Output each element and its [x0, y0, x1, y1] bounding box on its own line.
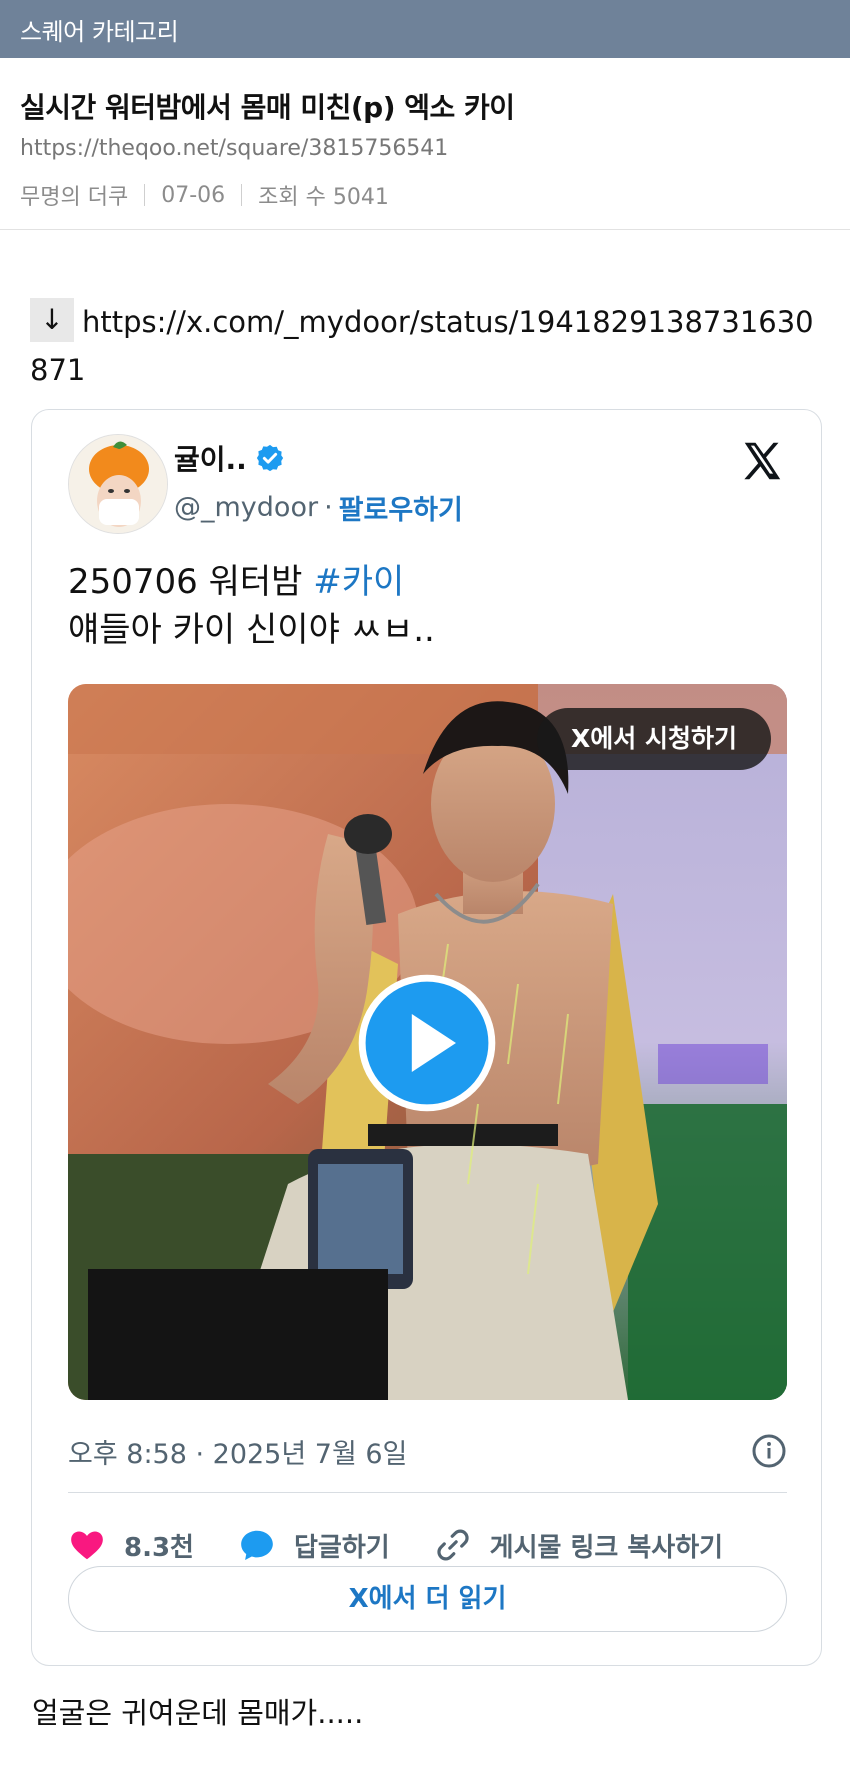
like-button[interactable]: 8.3천	[68, 1526, 194, 1564]
info-icon[interactable]	[751, 1433, 787, 1469]
post-header: 실시간 워터밤에서 몸매 미친(p) 엑소 카이 https://theqoo.…	[0, 58, 850, 230]
meta-divider	[144, 184, 146, 206]
tweet-handle-row: @_mydoor · 팔로우하기	[174, 488, 463, 527]
tweet-divider	[68, 1492, 787, 1493]
down-arrow-icon: ↓	[30, 298, 74, 342]
post-date: 07-06	[161, 182, 226, 208]
category-label: 스퀘어 카테고리	[20, 18, 179, 46]
post-body-caption: 얼굴은 귀여운데 몸매가.....	[32, 1696, 364, 1730]
category-bar[interactable]: 스퀘어 카테고리	[0, 0, 850, 58]
post-author[interactable]: 무명의 더쿠	[20, 179, 128, 211]
source-link-line: ↓ https://x.com/_mydoor/status/1941829138…	[30, 298, 830, 394]
post-url[interactable]: https://theqoo.net/square/3815756541	[20, 136, 448, 161]
reply-bubble-icon	[241, 1530, 273, 1561]
tweet-actions: 8.3천 답글하기 게시물 링크 복사하기	[68, 1520, 787, 1570]
avatar[interactable]	[68, 434, 168, 534]
link-icon	[437, 1529, 469, 1561]
tweet-text: 250706 워터밤 #카이 얘들아 카이 신이야 ㅆㅂ..	[68, 558, 435, 654]
tweet-time-row: 오후 8:58 · 2025년 7월 6일	[68, 1426, 787, 1476]
author-handle[interactable]: @_mydoor	[174, 492, 318, 523]
like-count: 8.3천	[124, 1532, 194, 1563]
tweet-embed-card[interactable]: 귤이.. @_mydoor · 팔로우하기 250706 워터밤 #카이 얘들아…	[31, 409, 822, 1666]
play-icon[interactable]	[358, 974, 496, 1112]
source-link[interactable]: https://x.com/_mydoor/status/19418291387…	[30, 305, 814, 387]
copy-link-button[interactable]: 게시물 링크 복사하기	[434, 1526, 723, 1564]
heart-icon	[71, 1531, 103, 1560]
post-title: 실시간 워터밤에서 몸매 미친(p) 엑소 카이	[20, 91, 515, 124]
tweet-text-prefix: 250706 워터밤	[68, 562, 314, 602]
author-name: 귤이..	[174, 443, 247, 476]
tweet-text-line-1: 250706 워터밤 #카이	[68, 558, 435, 606]
avatar-image	[69, 435, 167, 533]
tweet-video[interactable]: X에서 시청하기	[68, 684, 787, 1400]
post-meta: 무명의 더쿠 07-06 조회 수 5041	[20, 179, 389, 211]
read-more-on-x-button[interactable]: X에서 더 읽기	[68, 1566, 787, 1632]
post-views: 조회 수 5041	[258, 185, 389, 210]
x-logo-icon[interactable]	[739, 438, 785, 484]
verified-badge-icon	[256, 444, 283, 472]
follow-button[interactable]: 팔로우하기	[339, 488, 463, 527]
reply-button[interactable]: 답글하기	[238, 1526, 390, 1564]
tweet-text-line-2: 얘들아 카이 신이야 ㅆㅂ..	[68, 610, 435, 650]
hashtag-link[interactable]: #카이	[313, 562, 404, 602]
tweet-timestamp[interactable]: 오후 8:58 · 2025년 7월 6일	[68, 1432, 407, 1471]
reply-label: 답글하기	[293, 1532, 390, 1563]
tweet-author-name[interactable]: 귤이..	[174, 438, 285, 478]
meta-divider	[241, 184, 243, 206]
copy-link-label: 게시물 링크 복사하기	[489, 1532, 724, 1563]
watch-on-x-button[interactable]: X에서 시청하기	[537, 708, 771, 770]
handle-separator: ·	[324, 492, 333, 523]
